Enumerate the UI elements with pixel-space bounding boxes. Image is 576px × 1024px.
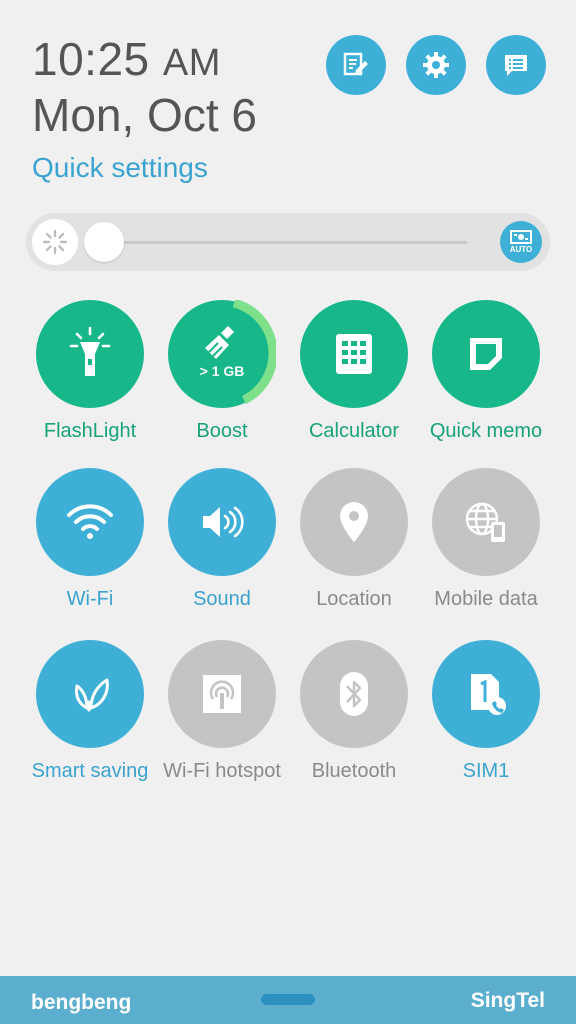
tile-label: Calculator (308, 420, 400, 442)
tile-wifi-hotspot[interactable]: Wi-Fi hotspot (156, 640, 288, 783)
tile-boost[interactable]: > 1 GB Boost (156, 300, 288, 443)
tile-label: Boost (196, 420, 248, 442)
location-pin-icon (340, 502, 368, 542)
settings-button[interactable] (406, 35, 466, 95)
calculator-button[interactable] (300, 300, 408, 408)
tile-location[interactable]: Location (288, 468, 420, 611)
sim-call-icon (471, 674, 506, 715)
edit-button[interactable] (326, 35, 386, 95)
brightness-slider[interactable]: AUTO (26, 213, 550, 271)
hotspot-toggle[interactable] (168, 640, 276, 748)
tile-smart-saving[interactable]: Smart saving (24, 640, 156, 783)
brightness-thumb[interactable] (84, 222, 124, 262)
boost-badge: > 1 GB (199, 363, 245, 379)
tile-label: Sound (193, 588, 251, 610)
tile-mobile-data[interactable]: Mobile data (420, 468, 552, 611)
tile-flashlight[interactable]: FlashLight (24, 300, 156, 443)
auto-brightness-button[interactable]: AUTO (500, 221, 542, 263)
tile-label: Wi-Fi hotspot (163, 760, 281, 782)
network-name: bengbeng (31, 991, 132, 1014)
calculator-icon (336, 334, 372, 374)
mobile-data-globe-icon (465, 502, 505, 542)
drag-handle[interactable] (261, 994, 315, 1005)
tile-label: Location (316, 588, 392, 610)
boost-toggle[interactable]: > 1 GB (168, 300, 276, 408)
bluetooth-toggle[interactable] (300, 640, 408, 748)
tile-label: Wi-Fi (66, 588, 114, 610)
quick-memo-button[interactable] (432, 300, 540, 408)
tile-label: FlashLight (43, 420, 137, 442)
auto-brightness-icon (510, 230, 532, 244)
smart-saving-toggle[interactable] (36, 640, 144, 748)
wifi-toggle[interactable] (36, 468, 144, 576)
time-ampm: AM (162, 42, 221, 84)
tile-label: Bluetooth (311, 760, 397, 782)
hotspot-icon (203, 675, 241, 713)
brightness-icon (32, 219, 78, 265)
date-label: Mon, Oct 6 (32, 89, 257, 141)
clock-time: 10:25 AM (32, 32, 221, 86)
sim1-button[interactable] (432, 640, 540, 748)
auto-brightness-label: AUTO (509, 245, 533, 254)
gear-icon (423, 52, 449, 78)
tile-sound[interactable]: Sound (156, 468, 288, 611)
quick-settings-link[interactable]: Quick settings (32, 152, 208, 184)
wifi-icon (67, 504, 113, 539)
tile-label: Smart saving (31, 760, 149, 782)
memo-icon (470, 338, 502, 370)
tile-label: Mobile data (434, 588, 538, 610)
tile-wifi[interactable]: Wi-Fi (24, 468, 156, 611)
tile-sim1[interactable]: SIM1 (420, 640, 552, 783)
location-toggle[interactable] (300, 468, 408, 576)
brightness-track[interactable] (121, 241, 467, 244)
tile-label: SIM1 (462, 760, 510, 782)
bluetooth-icon (340, 672, 368, 716)
speaker-icon (203, 506, 244, 538)
leaf-icon (75, 678, 109, 712)
edit-icon (343, 52, 368, 76)
boost-memory-ring (232, 300, 276, 405)
carrier-name: SingTel (470, 989, 545, 1012)
flashlight-toggle[interactable] (36, 300, 144, 408)
notifications-button[interactable] (486, 35, 546, 95)
tile-bluetooth[interactable]: Bluetooth (288, 640, 420, 783)
notifications-icon (505, 55, 527, 76)
bottom-bar: bengbeng SingTel (0, 976, 576, 1024)
mobile-data-toggle[interactable] (432, 468, 540, 576)
sound-toggle[interactable] (168, 468, 276, 576)
tile-quick-memo[interactable]: Quick memo (420, 300, 552, 443)
flashlight-icon (69, 326, 111, 376)
tile-calculator[interactable]: Calculator (288, 300, 420, 443)
time-value: 10:25 (32, 33, 150, 85)
tile-label: Quick memo (429, 420, 543, 442)
